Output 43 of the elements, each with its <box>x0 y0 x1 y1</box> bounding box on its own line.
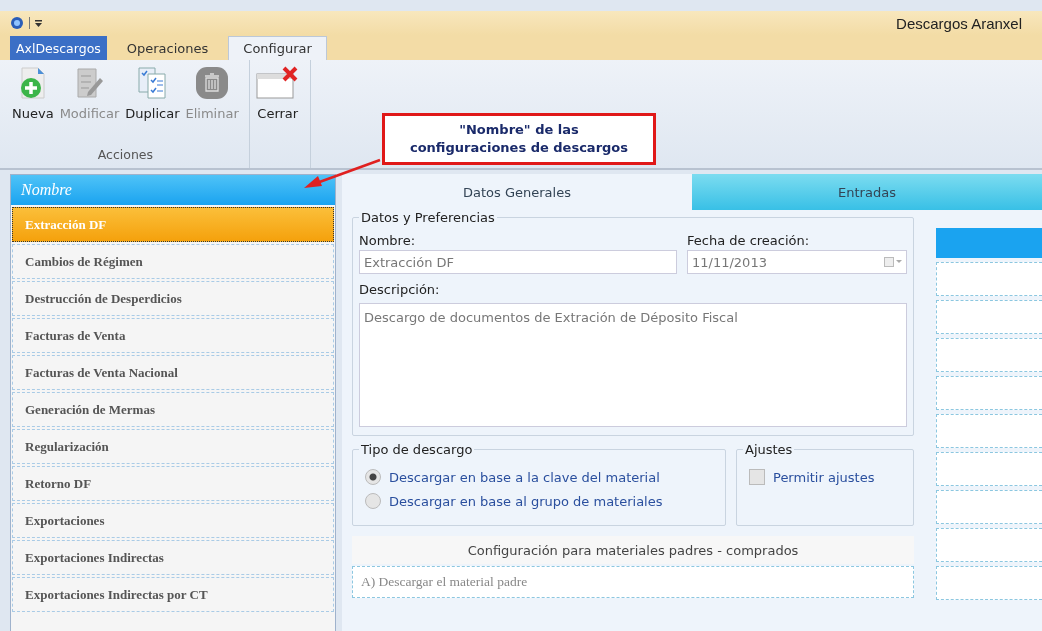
list-item[interactable]: Exportaciones Indirectas <box>12 540 334 575</box>
checkbox[interactable] <box>749 469 765 485</box>
list-item[interactable]: Destrucción de Desperdicios <box>12 281 334 316</box>
duplicate-button[interactable]: Duplicar <box>123 66 182 121</box>
group-title: Datos y Preferencias <box>360 210 496 225</box>
new-button[interactable]: Nueva <box>10 66 56 121</box>
name-field[interactable]: Extracción DF <box>359 250 677 274</box>
column-header: Nombre <box>11 175 335 205</box>
radio-label[interactable]: Descargar en base al grupo de materiales <box>389 493 663 509</box>
trash-icon <box>195 66 230 100</box>
ribbon-tab[interactable]: Operaciones <box>112 36 223 60</box>
list-item[interactable]: Exportaciones Indirectas por CT <box>12 577 334 612</box>
ribbon-tab[interactable]: Configurar <box>228 36 327 60</box>
radio-button[interactable] <box>365 469 381 485</box>
group-title: Ajustes <box>744 442 794 457</box>
close-window-icon <box>255 66 300 100</box>
list-item[interactable]: Generación de Mermas <box>12 392 334 427</box>
description-field[interactable]: Descargo de documentos de Extración de Déposito Fiscal <box>359 303 907 427</box>
section-header: Configuración para materiales padres - comprados <box>352 536 914 564</box>
calendar-dropdown-icon <box>884 257 902 267</box>
radio-label[interactable]: Descargar en base a la clave del material <box>389 469 660 485</box>
list-item[interactable]: Facturas de Venta Nacional <box>12 355 334 390</box>
tab[interactable]: Entradas <box>692 174 1042 210</box>
option-item[interactable]: A) Descargar el material padre <box>352 566 914 598</box>
list-item[interactable]: Exportaciones <box>12 503 334 538</box>
list-item[interactable]: Retorno DF <box>12 466 334 501</box>
field-label: Fecha de creación: <box>687 233 811 248</box>
close-button[interactable]: Cerrar <box>253 66 302 121</box>
date-field[interactable]: 11/11/2013 <box>687 250 907 274</box>
list-item[interactable]: Facturas de Venta <box>12 318 334 353</box>
checkbox-label[interactable]: Permitir ajustes <box>773 469 875 485</box>
list-item[interactable]: Regularización <box>12 429 334 464</box>
app-icon[interactable] <box>10 16 24 30</box>
annotation-text: "Nombre" de las configuraciones de descargos <box>409 121 629 157</box>
application-menu-tab[interactable]: AxlDescargos <box>10 36 107 60</box>
list-item[interactable]: Cambios de Régimen <box>12 244 334 279</box>
field-label: Nombre: <box>359 233 417 248</box>
quick-access-menu-icon[interactable] <box>35 19 42 27</box>
window-title: Descargos Aranxel <box>896 14 1022 32</box>
group-label: Acciones <box>97 147 154 164</box>
group-title: Tipo de descargo <box>360 442 474 457</box>
field-label: Descripción: <box>359 282 441 297</box>
radio-button[interactable] <box>365 493 381 509</box>
